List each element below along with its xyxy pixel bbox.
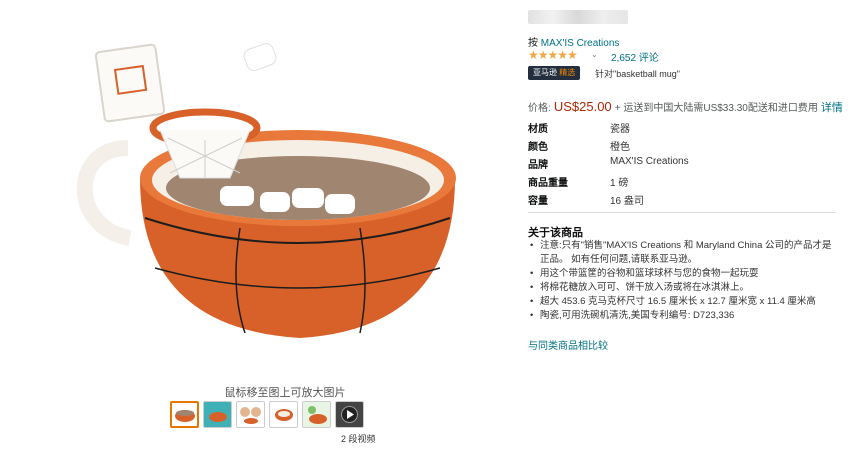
product-main-image[interactable]	[70, 28, 490, 358]
spec-value: 瓷器	[610, 124, 630, 135]
rating-stars-icon[interactable]: ★★★★★	[528, 48, 578, 62]
price-label: 价格:	[528, 103, 551, 114]
feature-bullet: 超大 453.6 克马克杯尺寸 16.5 厘米长 x 12.7 厘米宽 x 11…	[528, 295, 836, 309]
details-link[interactable]: 详情	[821, 102, 843, 114]
badge-keyword: 针对"basketball mug"	[595, 69, 680, 79]
feature-bullet: 陶瓷,可用洗碗机清洗,美国专利编号: D723,336	[528, 309, 836, 323]
reviews-link[interactable]: 2,652 评论	[611, 49, 659, 64]
thumbnail-kids[interactable]	[236, 401, 265, 428]
spec-key: 商品重量	[528, 178, 568, 189]
badge-highlight: 精选	[559, 68, 576, 77]
image-gallery: 鼠标移至图上可放大图片 2 段视频	[0, 0, 520, 453]
thumbnail-mug-alt[interactable]	[302, 401, 331, 428]
price-row: 价格: US$25.00 + 运送到中国大陆需US$33.30配送和进口费用 详…	[528, 99, 843, 115]
spec-key: 容量	[528, 196, 548, 207]
videos-count[interactable]: 2 段视频	[341, 432, 376, 445]
badge-main: 亚马逊	[533, 68, 557, 77]
compare-link[interactable]: 与同类商品相比较	[528, 337, 608, 352]
feature-bullet: 将棉花糖放入可可、饼干放入汤或将在冰淇淋上。	[528, 281, 836, 295]
spec-value: 橙色	[610, 142, 630, 153]
product-title-blurred	[528, 10, 628, 24]
feature-list: 注意:只有"销售"MAX'IS Creations 和 Maryland Chi…	[528, 239, 836, 323]
thumbnail-mug-top[interactable]	[269, 401, 298, 428]
brand-line: 按 MAX'IS Creations	[528, 34, 619, 49]
amazon-choice-badge: 亚马逊 精选	[528, 66, 581, 80]
feature-bullet: 用这个带篮筐的谷物和篮球球杯与您的食物一起玩耍	[528, 267, 836, 281]
thumbnail-mug-lifestyle[interactable]	[203, 401, 232, 428]
price-value: US$25.00	[553, 99, 612, 114]
spec-value: MAX'IS Creations	[610, 156, 689, 167]
spec-key: 材质	[528, 124, 548, 135]
about-heading: 关于该商品	[528, 227, 583, 239]
section-divider	[528, 212, 836, 213]
spec-value: 1 磅	[610, 178, 629, 189]
chevron-down-icon[interactable]: ⌄	[591, 50, 598, 59]
feature-bullet: 注意:只有"销售"MAX'IS Creations 和 Maryland Chi…	[528, 239, 836, 267]
spec-key: 颜色	[528, 142, 548, 153]
spec-key: 品牌	[528, 160, 548, 171]
shipping-info: + 运送到中国大陆需US$33.30配送和进口费用	[614, 103, 818, 114]
spec-value: 16 盎司	[610, 196, 644, 207]
thumbnail-mug-front[interactable]	[170, 401, 199, 428]
thumbnail-strip	[170, 401, 364, 428]
zoom-hint: 鼠标移至图上可放大图片	[224, 387, 346, 399]
thumbnail-video[interactable]	[335, 401, 364, 428]
